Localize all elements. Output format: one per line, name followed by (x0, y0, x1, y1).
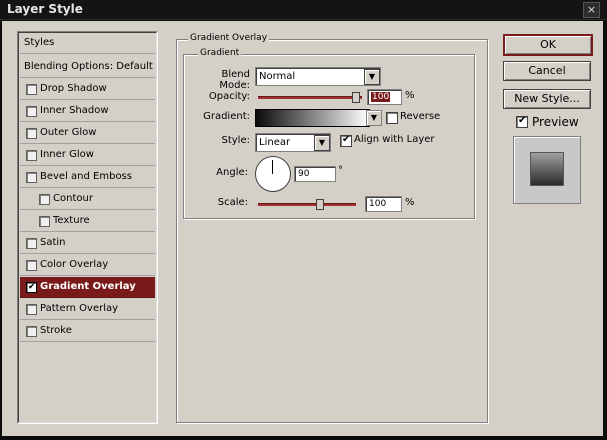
styles-list-inner: Styles Blending Options: Default Drop Sh… (18, 32, 157, 423)
angle-unit: ° (338, 165, 343, 176)
style-item-outer-glow[interactable]: Outer Glow (20, 123, 155, 144)
style-item-color-overlay[interactable]: Color Overlay (20, 255, 155, 276)
bevel-emboss-checkbox[interactable] (26, 172, 37, 183)
texture-label: Texture (53, 215, 90, 226)
inner-glow-checkbox[interactable] (26, 150, 37, 161)
align-with-layer-checkbox[interactable]: ✔ (340, 134, 352, 147)
opacity-label: Opacity: (208, 91, 250, 102)
style-item-gradient-overlay[interactable]: ✔ Gradient Overlay (20, 277, 155, 298)
satin-label: Satin (40, 237, 66, 248)
align-with-layer-label: Align with Layer (354, 134, 435, 145)
style-item-pattern-overlay[interactable]: Pattern Overlay (20, 299, 155, 320)
gradient-picker[interactable] (255, 109, 370, 127)
scale-label: Scale: (217, 197, 248, 208)
styles-header[interactable]: Styles (20, 33, 155, 54)
angle-dial[interactable] (255, 156, 291, 192)
styles-list: Styles Blending Options: Default Drop Sh… (17, 31, 158, 424)
inner-glow-label: Inner Glow (40, 149, 94, 160)
reverse-checkbox[interactable] (386, 112, 398, 124)
scale-input[interactable]: 100 (365, 196, 402, 212)
gradient-dropdown-icon[interactable]: ▼ (366, 110, 382, 126)
style-value: Linear (259, 137, 291, 148)
cancel-button[interactable]: Cancel (503, 61, 591, 81)
preview-thumbnail (513, 136, 581, 204)
style-item-bevel-emboss[interactable]: Bevel and Emboss (20, 167, 155, 188)
preview-checkbox[interactable]: ✔ (516, 115, 528, 128)
gradient-subgroup-title: Gradient (198, 48, 242, 58)
blending-options-item[interactable]: Blending Options: Default (20, 57, 155, 78)
preview-swatch (530, 152, 564, 186)
opacity-value: 100 (371, 92, 391, 102)
scale-slider-thumb[interactable] (316, 199, 324, 210)
gradient-label: Gradient: (203, 111, 250, 122)
angle-label: Angle: (216, 167, 248, 178)
style-item-texture[interactable]: Texture (20, 211, 155, 232)
check-icon: ✔ (518, 115, 527, 126)
style-select[interactable]: Linear ▼ (255, 133, 331, 152)
reverse-label: Reverse (400, 111, 441, 122)
blend-mode-label: Blend Mode: (219, 69, 250, 91)
blend-mode-value: Normal (259, 71, 296, 82)
window-title: Layer Style (7, 2, 83, 16)
contour-checkbox[interactable] (39, 194, 50, 205)
scale-slider-track[interactable] (258, 203, 356, 206)
drop-shadow-label: Drop Shadow (40, 83, 107, 94)
gradient-overlay-checkbox[interactable]: ✔ (26, 282, 37, 293)
scale-value: 100 (369, 199, 387, 209)
bevel-emboss-label: Bevel and Emboss (40, 171, 132, 182)
blend-mode-select[interactable]: Normal ▼ (255, 67, 381, 86)
color-overlay-checkbox[interactable] (26, 260, 37, 271)
style-item-inner-glow[interactable]: Inner Glow (20, 145, 155, 166)
opacity-slider-thumb[interactable] (352, 92, 360, 103)
opacity-slider-track[interactable] (258, 96, 362, 99)
check-icon: ✔ (28, 282, 36, 292)
gradient-overlay-label: Gradient Overlay (40, 281, 136, 292)
scale-unit: % (405, 197, 415, 208)
angle-value: 90 (298, 169, 310, 179)
pattern-overlay-checkbox[interactable] (26, 304, 37, 315)
stroke-checkbox[interactable] (26, 326, 37, 337)
texture-checkbox[interactable] (39, 216, 50, 227)
outer-glow-label: Outer Glow (40, 127, 97, 138)
style-item-satin[interactable]: Satin (20, 233, 155, 254)
close-button[interactable]: × (583, 2, 600, 18)
color-overlay-label: Color Overlay (40, 259, 109, 270)
new-style-button[interactable]: New Style... (503, 89, 591, 109)
style-item-drop-shadow[interactable]: Drop Shadow (20, 79, 155, 100)
chevron-down-icon[interactable]: ▼ (364, 69, 380, 85)
angle-indicator (272, 160, 273, 174)
pattern-overlay-label: Pattern Overlay (40, 303, 119, 314)
inner-shadow-checkbox[interactable] (26, 106, 37, 117)
opacity-unit: % (405, 90, 415, 101)
style-item-contour[interactable]: Contour (20, 189, 155, 210)
style-label: Style: (221, 135, 251, 146)
angle-input[interactable]: 90 (294, 166, 336, 182)
gradient-overlay-group-title: Gradient Overlay (188, 33, 270, 43)
drop-shadow-checkbox[interactable] (26, 84, 37, 95)
blending-options-label: Blending Options: Default (24, 61, 153, 72)
preview-label: Preview (532, 115, 579, 129)
satin-checkbox[interactable] (26, 238, 37, 249)
layer-style-window: Layer Style × Styles Blending Options: D… (0, 0, 607, 440)
style-item-inner-shadow[interactable]: Inner Shadow (20, 101, 155, 122)
opacity-input[interactable]: 100 (367, 89, 402, 105)
inner-shadow-label: Inner Shadow (40, 105, 109, 116)
stroke-label: Stroke (40, 325, 72, 336)
ok-button[interactable]: OK (503, 34, 593, 56)
chevron-down-icon[interactable]: ▼ (314, 135, 330, 151)
title-bar[interactable]: Layer Style × (0, 0, 607, 20)
outer-glow-checkbox[interactable] (26, 128, 37, 139)
styles-header-label: Styles (24, 37, 55, 48)
style-item-stroke[interactable]: Stroke (20, 321, 155, 342)
check-icon: ✔ (342, 134, 351, 145)
contour-label: Contour (53, 193, 93, 204)
